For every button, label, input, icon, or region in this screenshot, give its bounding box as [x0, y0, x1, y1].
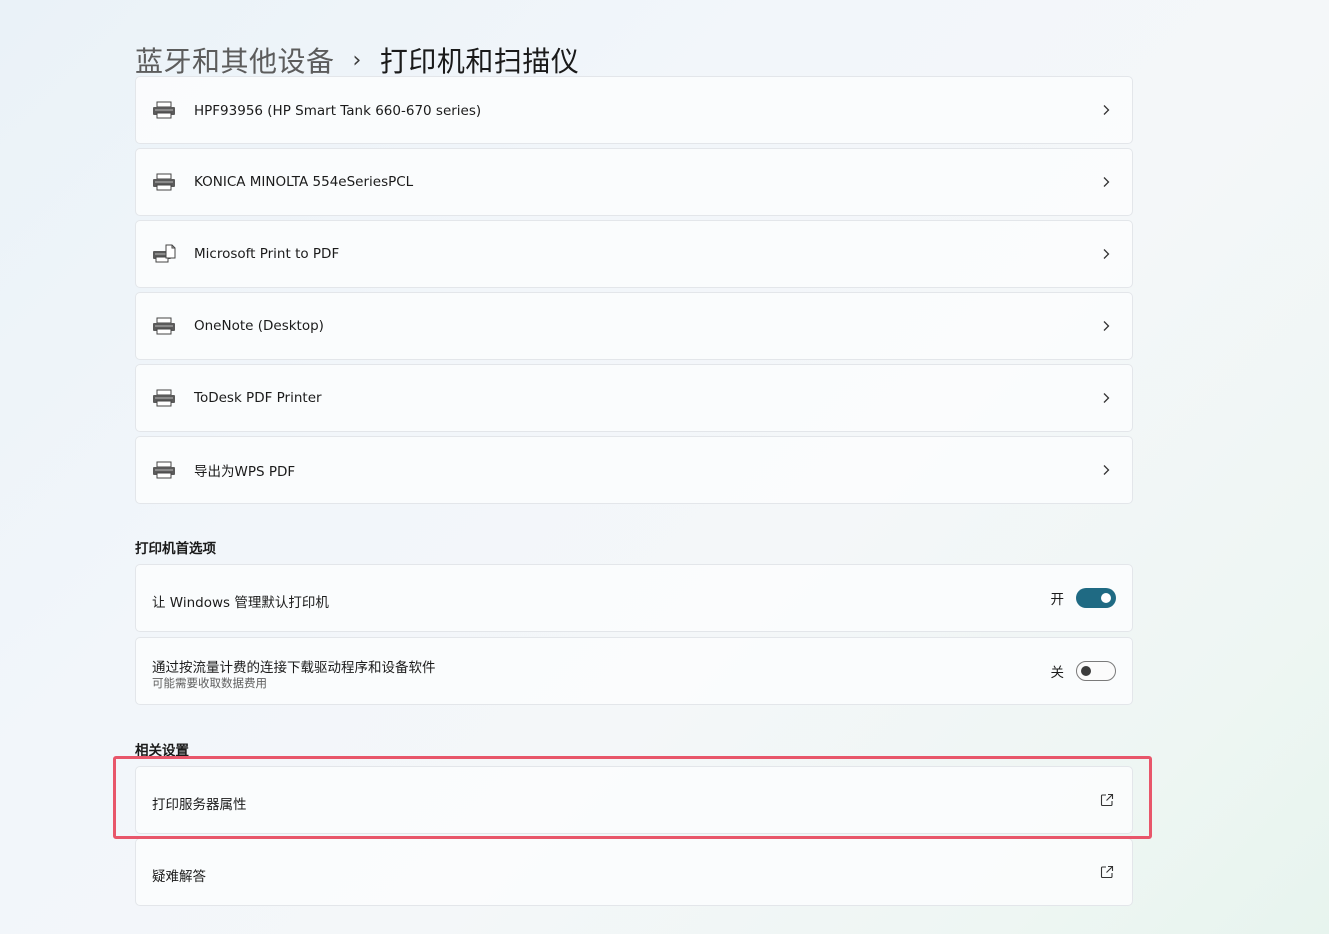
chevron-right-icon	[1103, 105, 1110, 115]
pref-label: 让 Windows 管理默认打印机	[152, 595, 329, 611]
device-label: 导出为WPS PDF	[194, 464, 296, 480]
device-label: KONICA MINOLTA 554eSeriesPCL	[194, 174, 414, 190]
page-title: 打印机和扫描仪	[379, 45, 580, 78]
device-item-todesk-pdf-printer[interactable]: ToDesk PDF Printer	[135, 364, 1133, 432]
toggle-knob	[1101, 593, 1111, 603]
chevron-right-icon	[1103, 177, 1110, 187]
chevron-right-icon	[1103, 249, 1110, 259]
device-label: HPF93956 (HP Smart Tank 660-670 series)	[194, 103, 482, 119]
pref-item-windows-manage-default: 让 Windows 管理默认打印机 开	[135, 564, 1133, 632]
device-item-microsoft-print-to-pdf[interactable]: Microsoft Print to PDF	[135, 220, 1133, 288]
pref-subtitle: 可能需要收取数据费用	[152, 676, 267, 690]
metered-download-toggle[interactable]	[1076, 661, 1116, 681]
chevron-right-icon	[1103, 465, 1110, 475]
related-item-troubleshoot[interactable]: 疑难解答	[135, 838, 1133, 906]
device-item-onenote-desktop[interactable]: OneNote (Desktop)	[135, 292, 1133, 360]
printer-icon	[153, 461, 175, 479]
device-label: OneNote (Desktop)	[194, 318, 324, 334]
external-link-icon	[1100, 865, 1114, 879]
toggle-state-label: 关	[1050, 665, 1065, 681]
breadcrumb: 蓝牙和其他设备 › 打印机和扫描仪	[135, 40, 579, 80]
device-label: ToDesk PDF Printer	[194, 390, 322, 406]
section-title-related-settings: 相关设置	[135, 743, 189, 759]
section-title-printer-preferences: 打印机首选项	[135, 541, 216, 557]
printer-icon	[153, 101, 175, 119]
breadcrumb-parent[interactable]: 蓝牙和其他设备	[135, 40, 335, 80]
pdf-printer-icon	[153, 244, 176, 263]
related-label: 打印服务器属性	[152, 797, 247, 813]
related-label: 疑难解答	[152, 869, 206, 885]
chevron-right-icon	[1103, 321, 1110, 331]
device-label: Microsoft Print to PDF	[194, 246, 340, 262]
printer-icon	[153, 389, 175, 407]
toggle-state-label: 开	[1050, 592, 1065, 608]
printer-icon	[153, 173, 175, 191]
device-item-konica-minolta[interactable]: KONICA MINOLTA 554eSeriesPCL	[135, 148, 1133, 216]
device-item-hpf93956[interactable]: HPF93956 (HP Smart Tank 660-670 series)	[135, 76, 1133, 144]
chevron-right-icon	[1103, 393, 1110, 403]
manage-default-printer-toggle[interactable]	[1076, 588, 1116, 608]
device-item-wps-pdf[interactable]: 导出为WPS PDF	[135, 436, 1133, 504]
related-item-print-server-properties[interactable]: 打印服务器属性	[135, 766, 1133, 834]
toggle-knob	[1081, 666, 1091, 676]
pref-label: 通过按流量计费的连接下载驱动程序和设备软件	[152, 660, 436, 676]
breadcrumb-separator: ›	[352, 47, 362, 73]
external-link-icon	[1100, 793, 1114, 807]
printer-icon	[153, 317, 175, 335]
pref-item-metered-download: 通过按流量计费的连接下载驱动程序和设备软件 可能需要收取数据费用 关	[135, 637, 1133, 705]
